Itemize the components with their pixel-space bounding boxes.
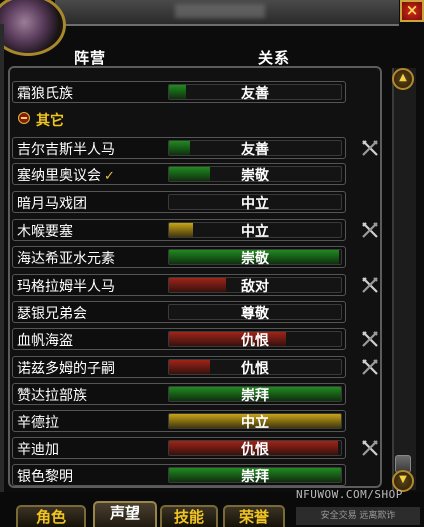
watermark-text: NFUWOW.COM/SHOP xyxy=(296,488,403,501)
tab-character[interactable]: 角色 xyxy=(16,505,86,527)
faction-name: 玛格拉姆半人马 xyxy=(17,279,115,295)
faction-row[interactable]: 赞达拉部族 崇拜 xyxy=(12,383,346,405)
faction-row[interactable]: 暗月马戏团 中立 xyxy=(12,191,346,213)
standing-label: 尊敬 xyxy=(241,306,269,322)
standing-label: 仇恨 xyxy=(241,333,269,349)
standing-label: 崇拜 xyxy=(241,469,269,485)
column-header-standing: 关系 xyxy=(258,49,291,67)
faction-name: 海达希亚水元素 xyxy=(17,251,115,267)
faction-row[interactable]: 霜狼氏族 友善 xyxy=(12,81,346,103)
blurred-title xyxy=(175,4,265,18)
faction-name: 辛德拉 xyxy=(17,415,59,431)
faction-name: 诺兹多姆的子嗣 xyxy=(17,361,115,377)
watermark-subtext: 安全交易 远离欺诈 xyxy=(296,507,420,525)
faction-name: 霜狼氏族 xyxy=(17,86,73,102)
faction-row[interactable]: 诺兹多姆的子嗣 仇恨 xyxy=(12,356,346,378)
standing-label: 中立 xyxy=(241,415,269,431)
faction-row[interactable]: 血帆海盗 仇恨 xyxy=(12,328,346,350)
faction-row[interactable]: 辛迪加 仇恨 xyxy=(12,437,346,459)
faction-name: 塞纳里奥议会 ✓ xyxy=(17,168,115,184)
crossed-swords-icon[interactable] xyxy=(359,437,381,459)
standing-label: 仇恨 xyxy=(241,361,269,377)
column-header-faction: 阵营 xyxy=(74,49,107,67)
faction-row[interactable]: 吉尔吉斯半人马 友善 xyxy=(12,137,346,159)
scrollbar-track[interactable] xyxy=(392,68,416,490)
standing-label: 友善 xyxy=(241,142,269,158)
crossed-swords-icon[interactable] xyxy=(359,137,381,159)
faction-row[interactable]: 木喉要塞 中立 xyxy=(12,219,346,241)
window-left-border xyxy=(0,24,4,504)
faction-row[interactable]: 玛格拉姆半人马 敌对 xyxy=(12,274,346,296)
title-bar[interactable] xyxy=(55,0,399,26)
tab-reputation[interactable]: 声望 xyxy=(93,501,157,527)
tab-honor[interactable]: 荣誉 xyxy=(223,505,285,527)
standing-label: 崇敬 xyxy=(241,251,269,267)
minus-icon[interactable] xyxy=(18,112,30,124)
faction-name: 辛迪加 xyxy=(17,442,59,458)
character-portrait-icon xyxy=(0,0,66,56)
faction-row[interactable]: 海达希亚水元素 崇敬 xyxy=(12,246,346,268)
standing-label: 友善 xyxy=(241,86,269,102)
faction-name: 银色黎明 xyxy=(17,469,73,485)
faction-row[interactable]: 塞纳里奥议会 ✓ 崇敬 xyxy=(12,163,346,185)
faction-row[interactable]: 银色黎明 崇拜 xyxy=(12,464,346,486)
close-button[interactable]: × xyxy=(400,0,424,22)
faction-name: 血帆海盗 xyxy=(17,333,73,349)
faction-name: 木喉要塞 xyxy=(17,224,73,240)
faction-name: 暗月马戏团 xyxy=(17,196,87,212)
faction-row[interactable]: 瑟银兄弟会 尊敬 xyxy=(12,301,346,323)
standing-label: 崇敬 xyxy=(241,168,269,184)
standing-label: 崇拜 xyxy=(241,388,269,404)
standing-label: 中立 xyxy=(241,224,269,240)
crossed-swords-icon[interactable] xyxy=(359,219,381,241)
scroll-up-button[interactable]: ▲ xyxy=(392,68,414,90)
faction-name: 瑟银兄弟会 xyxy=(17,306,87,322)
standing-label: 中立 xyxy=(241,196,269,212)
faction-name: 赞达拉部族 xyxy=(17,388,87,404)
faction-name: 吉尔吉斯半人马 xyxy=(17,142,115,158)
standing-label: 仇恨 xyxy=(241,442,269,458)
watched-check-icon: ✓ xyxy=(104,169,115,184)
faction-row[interactable]: 辛德拉 中立 xyxy=(12,410,346,432)
reputation-window: × 阵营 关系 霜狼氏族 友善 吉尔吉斯半人马 友善 塞纳里奥议会 ✓ 崇敬 暗月马戏团 中立木… xyxy=(0,0,424,527)
standing-label: 敌对 xyxy=(241,279,269,295)
group-label: 其它 xyxy=(36,113,64,129)
crossed-swords-icon[interactable] xyxy=(359,356,381,378)
crossed-swords-icon[interactable] xyxy=(359,274,381,296)
tab-skills[interactable]: 技能 xyxy=(160,505,218,527)
crossed-swords-icon[interactable] xyxy=(359,328,381,350)
